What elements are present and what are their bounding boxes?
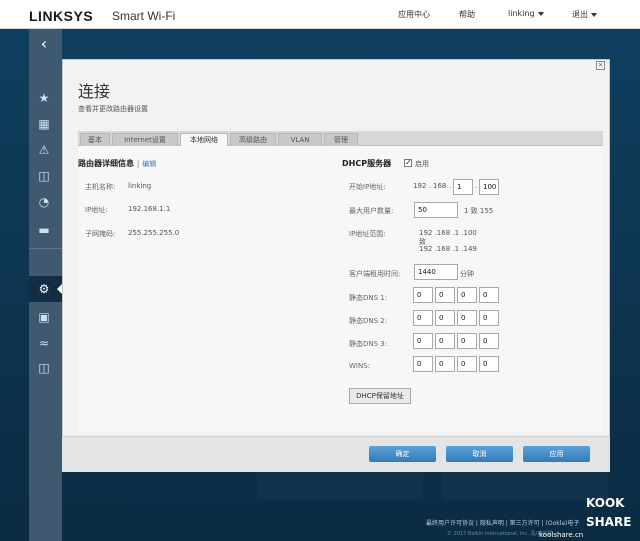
wifi-icon[interactable]: ≈ (33, 333, 55, 353)
chevron-down-icon (591, 12, 597, 17)
dns2-octet-2-input[interactable]: 0 (435, 310, 455, 326)
host-name-value: linking (128, 182, 152, 190)
router-details-heading: 路由器详细信息 (78, 159, 134, 168)
logout-label: 退出 (572, 10, 588, 19)
lease-time-input[interactable]: 1440 (414, 264, 458, 280)
warning-icon[interactable]: ⚠ (33, 140, 55, 160)
dns1-octet-3-input[interactable]: 0 (457, 287, 477, 303)
brand-product: Smart Wi-Fi (112, 9, 176, 23)
start-ip-octet-1: 192 (413, 182, 427, 190)
sidebar-divider (29, 248, 62, 249)
dns1-label: 静态DNS 1: (349, 294, 388, 302)
start-ip-octet-4-input[interactable]: 100 (479, 179, 499, 195)
background-card (442, 472, 608, 500)
ip-address-value: 192.168.1.1 (128, 205, 171, 213)
dns3-octet-1-input[interactable]: 0 (413, 333, 433, 349)
max-users-input[interactable]: 50 (414, 202, 458, 218)
dhcp-enable-checkbox[interactable]: ✓ (404, 159, 412, 167)
speed-icon[interactable]: ◔ (33, 192, 55, 212)
watermark-site: koolshare.cn (539, 531, 584, 539)
dhcp-reservation-button[interactable]: DHCP保留地址 (349, 388, 411, 404)
ip-dot: . (429, 182, 432, 190)
network-map-icon[interactable]: ★ (33, 88, 55, 108)
dhcp-enable-label: 启用 (415, 160, 429, 168)
device-icon[interactable]: ◫ (33, 166, 55, 186)
page-title: 连接 (78, 82, 111, 101)
user-name: linking (508, 9, 535, 18)
lease-time-label: 客户端租用时间: (349, 270, 401, 278)
ip-dot: . (449, 182, 452, 190)
wins-label: WINS: (349, 362, 371, 370)
start-ip-label: 开始IP地址: (349, 183, 386, 191)
watermark-line-1: KOOK (586, 496, 625, 510)
tab-basic[interactable]: 基本 (80, 133, 110, 146)
dns1-octet-4-input[interactable]: 0 (479, 287, 499, 303)
ip-range-label: IP地址范围: (349, 230, 386, 238)
subnet-mask-value: 255.255.255.0 (128, 229, 180, 237)
close-icon[interactable]: × (596, 61, 605, 70)
ip-range-from: 192 .168 .1 .100 (419, 229, 477, 237)
edit-link[interactable]: 编辑 (142, 160, 156, 168)
nav-help[interactable]: 帮助 (459, 9, 475, 20)
subnet-mask-label: 子网掩码: (85, 230, 116, 238)
gear-icon[interactable]: ⚙ (33, 279, 55, 299)
dhcp-title: DHCP服务器 (342, 159, 392, 168)
apply-button[interactable]: 应用 (523, 446, 590, 462)
nav-app-center[interactable]: 应用中心 (398, 9, 430, 20)
footer-copyright: © 2017 Belkin International, Inc. 及/或关联 (447, 531, 553, 537)
footer-links[interactable]: 最终用户许可协议 | 隐私声明 | 第三方许可 | (Ookla)电子 (426, 518, 579, 527)
dns3-octet-2-input[interactable]: 0 (435, 333, 455, 349)
router-details-title: 路由器详细信息 | 编辑 (78, 159, 157, 168)
wins-octet-1-input[interactable]: 0 (413, 356, 433, 372)
brand-logo: LINKSYS (29, 8, 94, 24)
dns1-octet-2-input[interactable]: 0 (435, 287, 455, 303)
dns2-octet-1-input[interactable]: 0 (413, 310, 433, 326)
storage-icon[interactable]: ▬ (33, 220, 55, 240)
dns2-octet-3-input[interactable]: 0 (457, 310, 477, 326)
tab-vlan[interactable]: VLAN (278, 133, 322, 146)
camera-icon[interactable]: ▣ (33, 307, 55, 327)
dns3-octet-3-input[interactable]: 0 (457, 333, 477, 349)
ip-dot: . (475, 182, 478, 190)
tab-local-network[interactable]: 本地网络 (180, 133, 228, 147)
max-users-label: 最大用户数量: (349, 207, 394, 215)
back-arrow-icon[interactable]: ‹ (33, 34, 55, 54)
ok-button[interactable]: 确定 (369, 446, 436, 462)
dns3-octet-4-input[interactable]: 0 (479, 333, 499, 349)
tab-internet[interactable]: Internet设置 (112, 133, 178, 146)
watermark-line-2: SHARE (586, 515, 632, 529)
host-name-label: 主机名称: (85, 183, 116, 191)
ip-range-to: 192 .168 .1 .149 (419, 245, 477, 253)
ip-address-label: IP地址: (85, 206, 108, 214)
nav-user[interactable]: linking (508, 9, 544, 18)
wins-octet-2-input[interactable]: 0 (435, 356, 455, 372)
start-ip-octet-3-input[interactable]: 1 (453, 179, 473, 195)
nav-logout[interactable]: 退出 (572, 9, 597, 20)
cancel-button[interactable]: 取消 (446, 446, 513, 462)
tab-admin[interactable]: 管理 (324, 133, 358, 146)
background-card (257, 472, 423, 500)
page-subtitle: 查看并更改路由器设置 (78, 105, 148, 113)
max-users-range: 1 致 155 (464, 207, 494, 215)
top-bar: LINKSYS Smart Wi-Fi 应用中心 帮助 linking 退出 (0, 0, 640, 29)
wins-octet-4-input[interactable]: 0 (479, 356, 499, 372)
dns3-label: 静态DNS 3: (349, 340, 388, 348)
calendar-icon[interactable]: ▦ (33, 114, 55, 134)
tab-advanced-routing[interactable]: 高级路由 (230, 133, 276, 146)
start-ip-octet-2: 168 (433, 182, 447, 190)
dns1-octet-1-input[interactable]: 0 (413, 287, 433, 303)
dns2-label: 静态DNS 2: (349, 317, 388, 325)
chevron-down-icon (537, 11, 544, 16)
wins-octet-3-input[interactable]: 0 (457, 356, 477, 372)
security-icon[interactable]: ◫ (33, 358, 55, 378)
lease-time-unit: 分钟 (460, 270, 474, 278)
dns2-octet-4-input[interactable]: 0 (479, 310, 499, 326)
tab-content (78, 146, 603, 432)
